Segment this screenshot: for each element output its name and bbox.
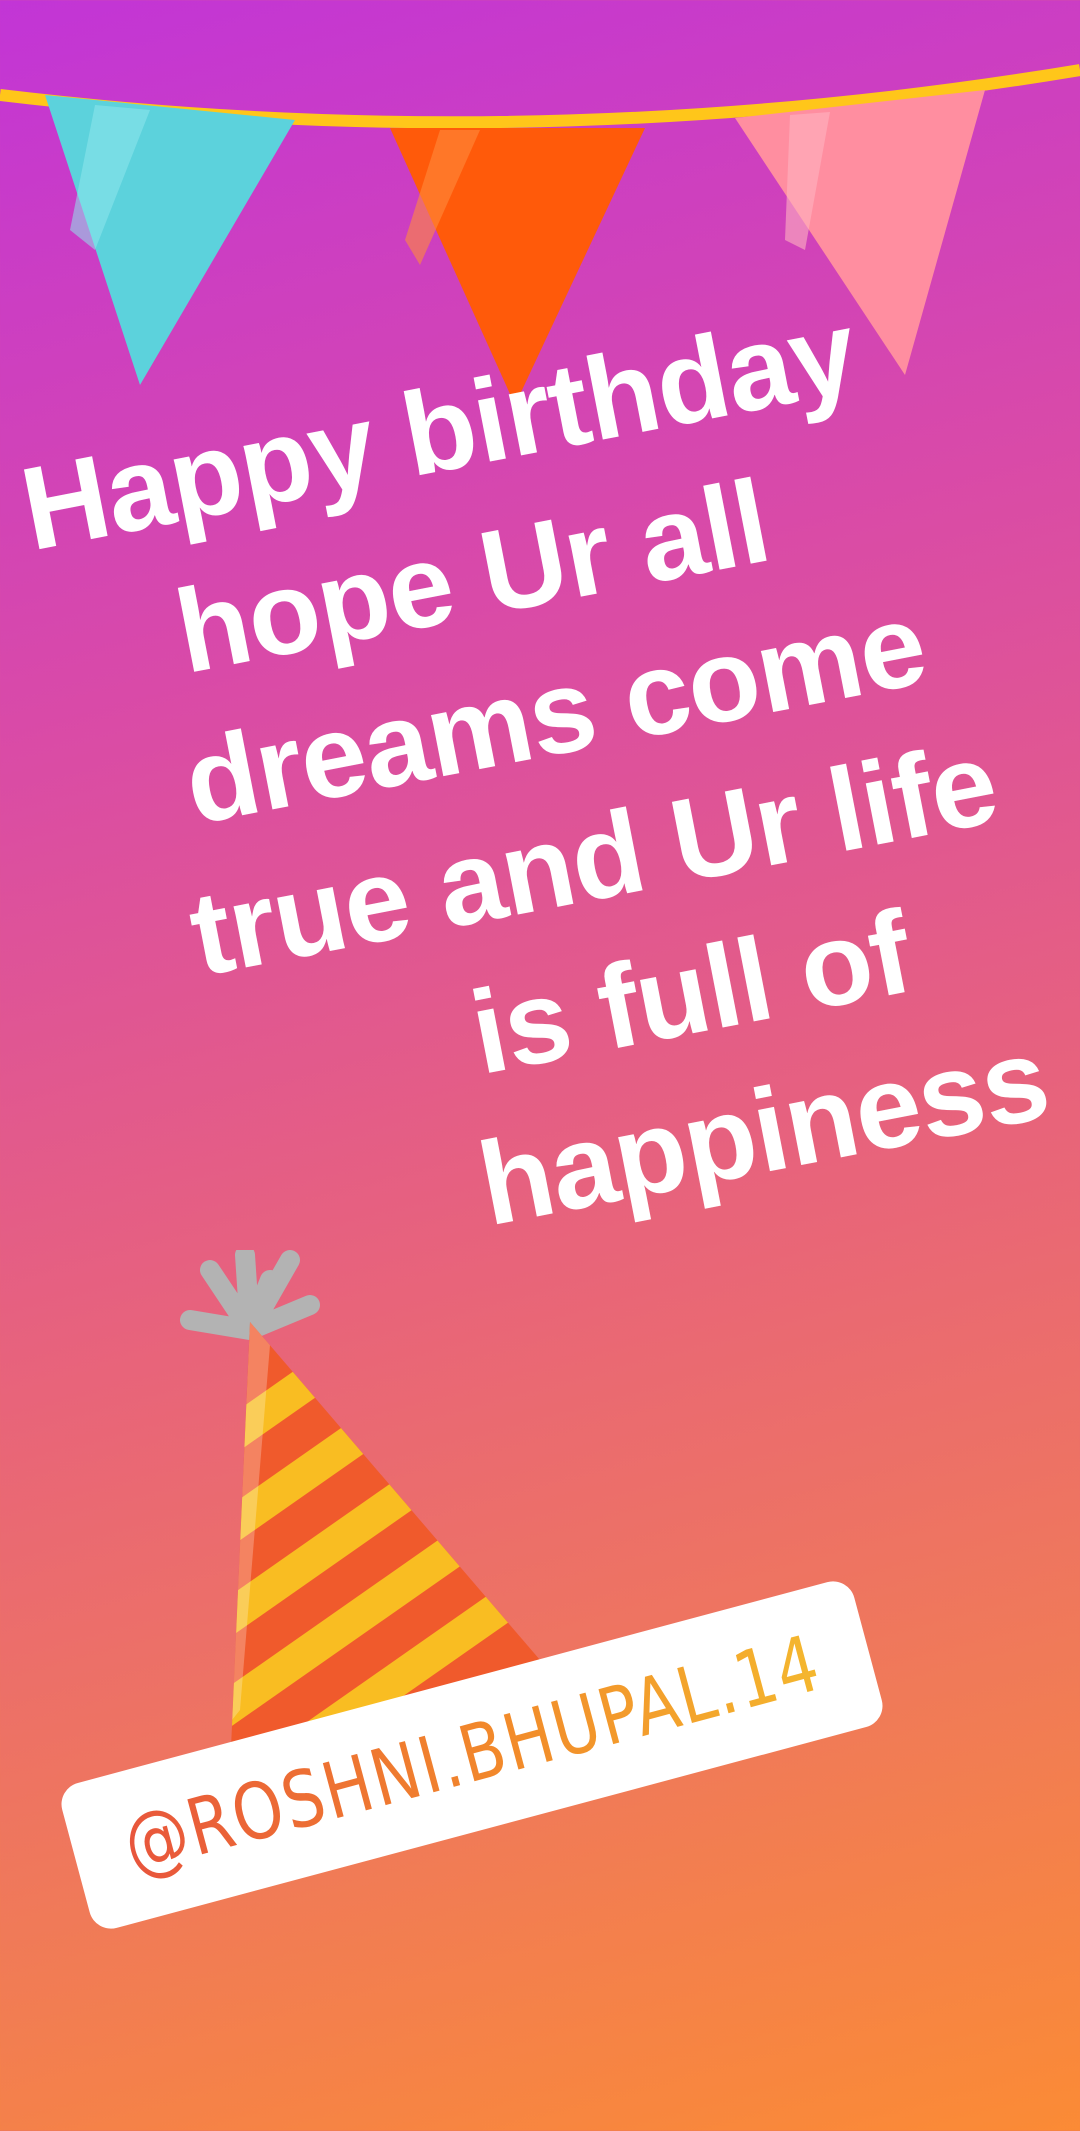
bunting-flag-cyan bbox=[45, 95, 295, 385]
story-canvas: Happy birthday hope Ur all dreams come t… bbox=[0, 0, 1080, 2131]
birthday-message: Happy birthday hope Ur all dreams come t… bbox=[0, 254, 1080, 1336]
